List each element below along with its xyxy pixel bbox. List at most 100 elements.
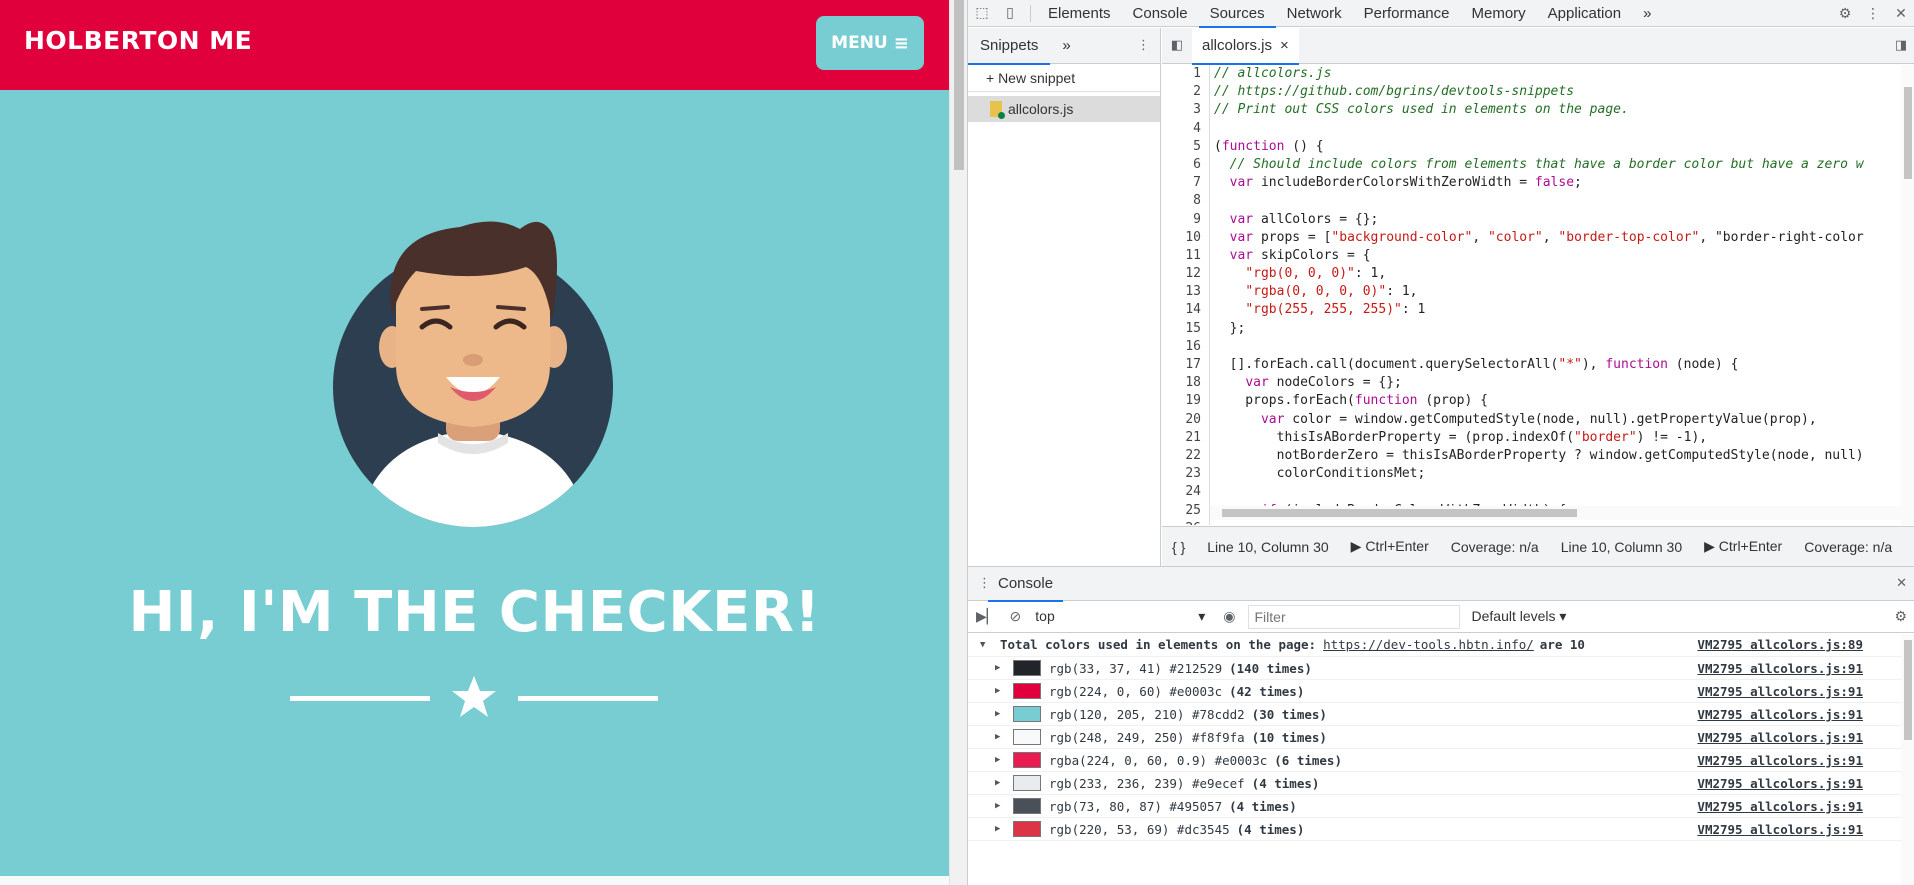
- code-line[interactable]: 18 var nodeColors = {};: [1162, 374, 1914, 393]
- editor-file-tab[interactable]: allcolors.js ×: [1192, 27, 1299, 65]
- line-number[interactable]: 6: [1162, 155, 1210, 175]
- color-log-row[interactable]: ▶ rgb(248, 249, 250) #f8f9fa (10 times) VM2…: [968, 726, 1914, 749]
- navigator-menu-icon[interactable]: ⋮: [1137, 38, 1150, 53]
- kebab-menu-icon[interactable]: ⋮: [1859, 0, 1887, 27]
- color-log-row[interactable]: ▶ rgb(73, 80, 87) #495057 (4 times) VM2795 …: [968, 795, 1914, 818]
- code-line[interactable]: 5 (function () {: [1162, 137, 1914, 156]
- console-settings-gear-icon[interactable]: ⚙: [1894, 608, 1907, 625]
- color-swatch[interactable]: [1013, 660, 1041, 676]
- color-source-link[interactable]: VM2795 allcolors.js:91: [1697, 776, 1863, 791]
- color-log-row[interactable]: ▶ rgba(224, 0, 60, 0.9) #e0003c (6 times) V…: [968, 749, 1914, 772]
- log-levels-dropdown[interactable]: Default levels ▾: [1472, 608, 1567, 625]
- color-source-link[interactable]: VM2795 allcolors.js:91: [1697, 822, 1863, 837]
- code-line[interactable]: 26: [1162, 519, 1914, 525]
- line-number[interactable]: 24: [1162, 483, 1210, 502]
- color-log-row[interactable]: ▶ rgb(224, 0, 60) #e0003c (42 times) VM2795…: [968, 680, 1914, 703]
- line-number[interactable]: 5: [1162, 137, 1210, 156]
- line-number[interactable]: 15: [1162, 319, 1210, 338]
- run-snippet-button-secondary[interactable]: ▶ Ctrl+Enter: [1704, 538, 1782, 555]
- expand-triangle-icon[interactable]: ▼: [980, 640, 994, 650]
- drawer-tab-console[interactable]: Console: [988, 567, 1064, 602]
- console-log-summary[interactable]: ▼ Total colors used in elements on the p…: [968, 633, 1914, 657]
- menu-button[interactable]: MENU ≡: [816, 16, 924, 70]
- site-brand[interactable]: HOLBERTON ME: [24, 26, 252, 55]
- color-source-link[interactable]: VM2795 allcolors.js:91: [1697, 707, 1863, 722]
- line-number[interactable]: 2: [1162, 83, 1210, 102]
- code-line[interactable]: 11 var skipColors = {: [1162, 246, 1914, 266]
- color-swatch[interactable]: [1013, 706, 1041, 722]
- console-scrollbar-thumb[interactable]: [1904, 640, 1912, 740]
- code-line[interactable]: 20 var color = window.getComputedStyle(n…: [1162, 410, 1914, 429]
- close-tab-icon[interactable]: ×: [1280, 28, 1289, 64]
- expand-triangle-icon[interactable]: ▶: [995, 755, 1009, 765]
- pretty-print-button[interactable]: { }: [1172, 539, 1185, 555]
- color-swatch[interactable]: [1013, 683, 1041, 699]
- code-line[interactable]: 4: [1162, 119, 1914, 138]
- new-snippet-button[interactable]: + New snippet: [968, 64, 1160, 92]
- line-number[interactable]: 7: [1162, 174, 1210, 193]
- console-filter-input[interactable]: [1247, 604, 1460, 629]
- color-swatch[interactable]: [1013, 821, 1041, 837]
- tab-snippets[interactable]: Snippets: [968, 28, 1051, 65]
- color-swatch[interactable]: [1013, 775, 1041, 791]
- page-scrollbar[interactable]: [949, 0, 967, 885]
- line-number[interactable]: 3: [1162, 101, 1210, 120]
- toggle-navigator-icon[interactable]: ◧: [1162, 38, 1192, 53]
- code-line[interactable]: 17 [].forEach.call(document.querySelecto…: [1162, 356, 1914, 375]
- color-log-row[interactable]: ▶ rgb(233, 236, 239) #e9ecef (4 times) VM27…: [968, 772, 1914, 795]
- live-expression-eye-icon[interactable]: ◉: [1223, 608, 1235, 625]
- code-line[interactable]: 14 "rgb(255, 255, 255)": 1: [1162, 301, 1914, 320]
- line-number[interactable]: 25: [1162, 501, 1210, 520]
- line-number[interactable]: 20: [1162, 410, 1210, 429]
- tab-memory[interactable]: Memory: [1461, 0, 1537, 27]
- color-source-link[interactable]: VM2795 allcolors.js:91: [1697, 684, 1863, 699]
- editor-vscroll-thumb[interactable]: [1904, 87, 1912, 179]
- tab-network[interactable]: Network: [1276, 0, 1353, 27]
- color-source-link[interactable]: VM2795 allcolors.js:91: [1697, 753, 1863, 768]
- tab-console[interactable]: Console: [1122, 0, 1199, 27]
- console-scrollbar[interactable]: [1901, 634, 1914, 885]
- color-source-link[interactable]: VM2795 allcolors.js:91: [1697, 730, 1863, 745]
- color-log-row[interactable]: ▶ rgb(220, 53, 69) #dc3545 (4 times) VM2795…: [968, 818, 1914, 841]
- page-scrollbar-thumb[interactable]: [954, 0, 964, 170]
- color-swatch[interactable]: [1013, 729, 1041, 745]
- line-number[interactable]: 14: [1162, 301, 1210, 320]
- code-line[interactable]: 19 props.forEach(function (prop) {: [1162, 392, 1914, 411]
- code-line[interactable]: 16: [1162, 337, 1914, 356]
- line-number[interactable]: 18: [1162, 374, 1210, 393]
- code-line[interactable]: 13 "rgba(0, 0, 0, 0)": 1,: [1162, 283, 1914, 302]
- code-line[interactable]: 2// https://github.com/bgrins/devtools-s…: [1162, 83, 1914, 102]
- line-number[interactable]: 11: [1162, 246, 1210, 266]
- code-line[interactable]: 1 // allcolors.js: [1162, 65, 1914, 84]
- color-swatch[interactable]: [1013, 752, 1041, 768]
- code-line[interactable]: 7 var includeBorderColorsWithZeroWidth =…: [1162, 174, 1914, 193]
- snippet-file-item[interactable]: allcolors.js: [968, 96, 1160, 122]
- line-number[interactable]: 13: [1162, 283, 1210, 302]
- tab-performance[interactable]: Performance: [1353, 0, 1461, 27]
- clear-console-icon[interactable]: ⊘: [1010, 608, 1022, 625]
- navigator-more-button[interactable]: »: [1050, 28, 1082, 64]
- line-number[interactable]: 26: [1162, 519, 1210, 525]
- tab-elements[interactable]: Elements: [1037, 0, 1122, 27]
- editor-hscroll-thumb[interactable]: [1222, 509, 1577, 517]
- line-number[interactable]: 21: [1162, 428, 1210, 447]
- code-line[interactable]: 15 };: [1162, 319, 1914, 338]
- color-swatch[interactable]: [1013, 798, 1041, 814]
- expand-triangle-icon[interactable]: ▶: [995, 732, 1009, 742]
- expand-triangle-icon[interactable]: ▶: [995, 709, 1009, 719]
- code-lines[interactable]: 1 // allcolors.js 2// https://github.com/b…: [1162, 65, 1914, 525]
- expand-triangle-icon[interactable]: ▶: [995, 824, 1009, 834]
- code-line[interactable]: 8: [1162, 192, 1914, 211]
- summary-source-link[interactable]: VM2795 allcolors.js:89: [1697, 637, 1863, 652]
- tab-application[interactable]: Application: [1537, 0, 1632, 27]
- line-number[interactable]: 17: [1162, 356, 1210, 375]
- editor-horizontal-scrollbar[interactable]: [1210, 506, 1914, 520]
- run-snippet-button[interactable]: ▶ Ctrl+Enter: [1351, 538, 1429, 555]
- tab-sources[interactable]: Sources: [1198, 0, 1276, 28]
- color-log-row[interactable]: ▶ rgb(33, 37, 41) #212529 (140 times) VM279…: [968, 657, 1914, 680]
- console-sidebar-icon[interactable]: ▶▏: [976, 608, 998, 625]
- toggle-debugger-icon[interactable]: ◨: [1887, 38, 1914, 53]
- code-line[interactable]: 10 var props = ["background-color", "col…: [1162, 228, 1914, 247]
- expand-triangle-icon[interactable]: ▶: [995, 663, 1009, 673]
- line-number[interactable]: 19: [1162, 392, 1210, 411]
